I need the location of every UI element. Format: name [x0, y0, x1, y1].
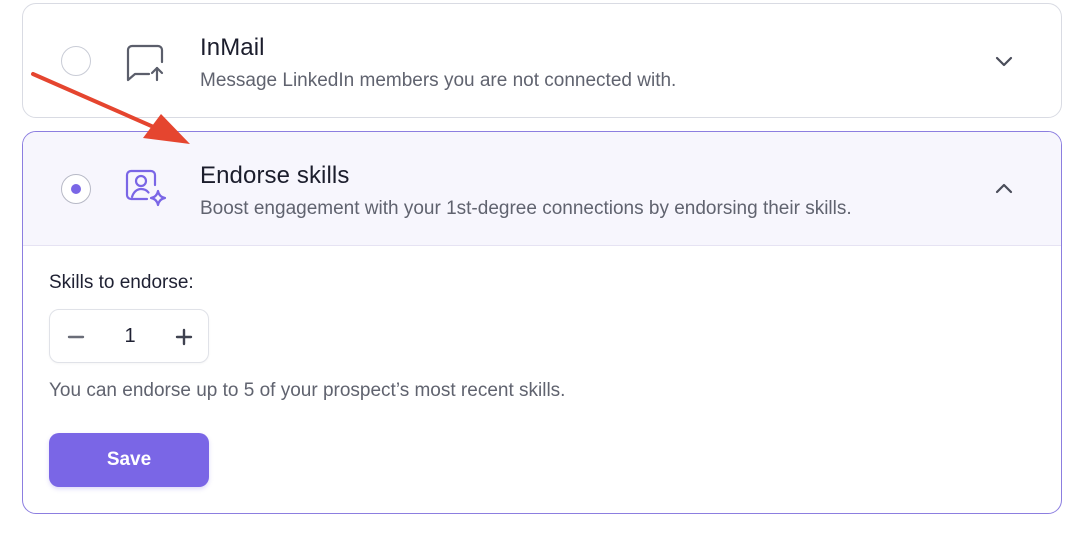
option-description: Boost engagement with your 1st-degree co…	[200, 198, 852, 219]
option-description: Message LinkedIn members you are not con…	[200, 70, 677, 91]
annotation-arrow-icon	[31, 72, 190, 144]
automation-options: InMail Message LinkedIn members you are …	[0, 0, 1086, 550]
option-title: InMail	[200, 34, 265, 61]
endorse-help-text: You can endorse up to 5 of your prospect…	[49, 380, 566, 401]
stepper-value[interactable]: 1	[110, 325, 150, 348]
save-button[interactable]: Save	[49, 433, 209, 487]
user-sparkle-icon	[125, 169, 167, 207]
option-title: Endorse skills	[200, 162, 350, 189]
radio-endorse-skills[interactable]	[61, 174, 91, 204]
skills-to-endorse-label: Skills to endorse:	[49, 272, 194, 293]
plus-icon[interactable]	[170, 323, 198, 351]
skills-quantity-stepper[interactable]: 1	[49, 309, 209, 363]
radio-selected-dot	[71, 184, 81, 194]
minus-icon[interactable]	[62, 323, 90, 351]
option-card-endorse-skills[interactable]: Endorse skills Boost engagement with you…	[22, 131, 1062, 514]
chevron-up-icon[interactable]	[989, 177, 1019, 201]
chevron-down-icon[interactable]	[989, 49, 1019, 73]
